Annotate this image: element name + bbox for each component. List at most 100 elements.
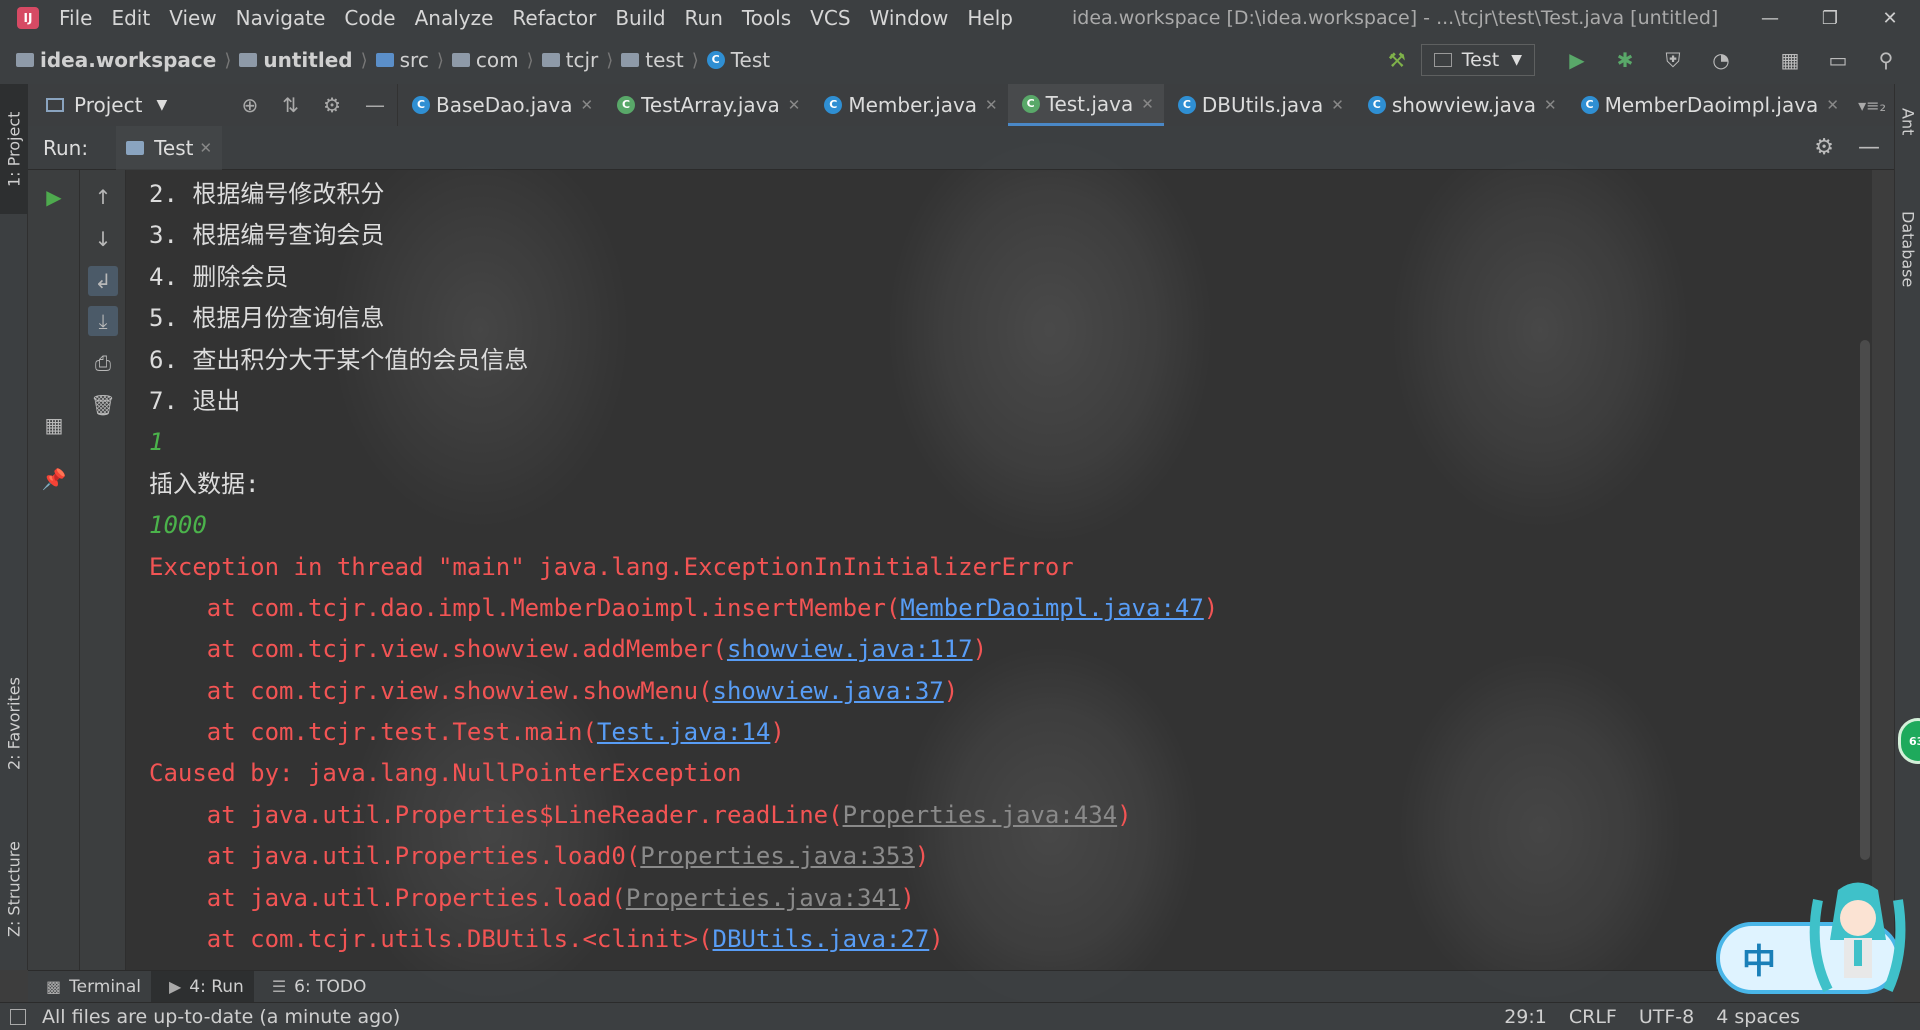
menu-tools[interactable]: Tools bbox=[742, 6, 791, 30]
close-icon[interactable]: ✕ bbox=[1331, 96, 1344, 114]
tab-dbutils[interactable]: C DBUtils.java ✕ bbox=[1164, 84, 1354, 126]
scroll-to-end-icon[interactable]: ⤓ bbox=[88, 306, 118, 336]
chevron-down-icon[interactable]: ▼ bbox=[156, 97, 167, 113]
close-icon[interactable]: ✕ bbox=[581, 96, 594, 114]
tool-window-terminal[interactable]: ▩ Terminal bbox=[28, 971, 151, 1003]
source-link[interactable]: showview.java:117 bbox=[727, 635, 973, 663]
menu-vcs[interactable]: VCS bbox=[810, 6, 850, 30]
breadcrumb-tcjr[interactable]: tcjr bbox=[541, 48, 598, 72]
file-encoding[interactable]: UTF-8 bbox=[1639, 1006, 1694, 1028]
tab-showview[interactable]: C showview.java ✕ bbox=[1354, 84, 1567, 126]
close-window-button[interactable]: ✕ bbox=[1860, 0, 1920, 36]
profile-icon[interactable]: ◔ bbox=[1706, 45, 1736, 75]
close-icon[interactable]: ✕ bbox=[788, 96, 801, 114]
console-scrollbar[interactable] bbox=[1860, 340, 1870, 860]
arrow-up-icon[interactable]: ↑ bbox=[88, 182, 118, 212]
tab-overflow-menu[interactable]: ▾≡₂ bbox=[1858, 96, 1894, 115]
folder-icon bbox=[621, 53, 640, 67]
tool-window-database[interactable]: Database bbox=[1895, 184, 1920, 314]
left-tool-strip: 1: Project 2: Favorites Z: Structure bbox=[0, 84, 28, 970]
source-link[interactable]: MemberDaoimpl.java:47 bbox=[900, 594, 1203, 622]
search-icon[interactable]: ⚲ bbox=[1871, 45, 1901, 75]
console-output[interactable]: 2. 根据编号修改积分 3. 根据编号查询会员 4. 删除会员 5. 根据月份查… bbox=[126, 170, 1872, 970]
library-source-link[interactable]: Properties.java:434 bbox=[843, 801, 1118, 829]
menu-refactor[interactable]: Refactor bbox=[512, 6, 596, 30]
caret-position[interactable]: 29:1 bbox=[1504, 1006, 1547, 1028]
locate-icon[interactable]: ⊕ bbox=[242, 93, 259, 117]
tool-window-todo[interactable]: ☰ 6: TODO bbox=[254, 971, 377, 1003]
project-structure-icon[interactable]: ▦ bbox=[1775, 45, 1805, 75]
minimize-button[interactable]: — bbox=[1740, 0, 1800, 36]
line-separator[interactable]: CRLF bbox=[1569, 1006, 1617, 1028]
tool-window-favorites[interactable]: 2: Favorites bbox=[0, 664, 28, 784]
restore-button[interactable]: ❐ bbox=[1800, 0, 1860, 36]
tab-basedao[interactable]: C BaseDao.java ✕ bbox=[398, 84, 603, 126]
console-lines: 2. 根据编号修改积分 3. 根据编号查询会员 4. 删除会员 5. 根据月份查… bbox=[149, 174, 1218, 960]
project-view-select[interactable]: Project bbox=[74, 93, 142, 117]
rerun-icon[interactable]: ▶ bbox=[39, 182, 69, 212]
menu-help[interactable]: Help bbox=[967, 6, 1013, 30]
close-icon[interactable]: ✕ bbox=[199, 139, 212, 157]
menu-analyze[interactable]: Analyze bbox=[415, 6, 494, 30]
breadcrumb-untitled[interactable]: untitled bbox=[239, 48, 353, 72]
library-source-link[interactable]: Properties.java:353 bbox=[640, 842, 915, 870]
close-icon[interactable]: ✕ bbox=[1826, 96, 1839, 114]
tab-testarray[interactable]: C TestArray.java ✕ bbox=[603, 84, 810, 126]
gear-icon[interactable]: ⚙ bbox=[323, 93, 341, 117]
tool-window-run[interactable]: ▶ 4: Run bbox=[150, 970, 254, 1003]
source-link[interactable]: Test.java:14 bbox=[597, 718, 770, 746]
tool-window-project[interactable]: 1: Project bbox=[0, 84, 28, 214]
breadcrumb-src[interactable]: src bbox=[375, 48, 429, 72]
intellij-logo-icon: IJ bbox=[17, 7, 39, 29]
source-link[interactable]: showview.java:37 bbox=[713, 677, 944, 705]
tab-member[interactable]: C Member.java ✕ bbox=[810, 84, 1007, 126]
build-hammer-icon[interactable]: ⚒ bbox=[1382, 45, 1412, 75]
breadcrumb-class-test[interactable]: C Test bbox=[706, 48, 770, 72]
chevron-right-icon: ⟩ bbox=[526, 49, 534, 71]
tool-window-structure[interactable]: Z: Structure bbox=[0, 824, 28, 954]
run-icon[interactable]: ▶ bbox=[1562, 45, 1592, 75]
close-icon[interactable]: ✕ bbox=[1544, 96, 1557, 114]
breadcrumb-workspace[interactable]: idea.workspace bbox=[16, 48, 216, 72]
menu-run[interactable]: Run bbox=[685, 6, 723, 30]
soft-wrap-icon[interactable]: ↲ bbox=[88, 266, 118, 296]
close-icon[interactable]: ✕ bbox=[985, 96, 998, 114]
hide-icon[interactable]: — bbox=[365, 93, 385, 117]
tab-test[interactable]: C Test.java ✕ bbox=[1007, 84, 1164, 126]
menu-file[interactable]: File bbox=[59, 6, 92, 30]
run-toolbar-secondary: ↑ ↓ ↲ ⤓ ⎙ 🗑 bbox=[80, 170, 126, 970]
collapse-all-icon[interactable]: ⇅ bbox=[282, 93, 299, 117]
close-icon[interactable]: ✕ bbox=[1141, 95, 1154, 113]
source-link[interactable]: DBUtils.java:27 bbox=[713, 925, 930, 953]
stacktrace-suffix: ) bbox=[929, 925, 944, 954]
tab-memberdaoimpl[interactable]: C MemberDaoimpl.java ✕ bbox=[1567, 84, 1849, 126]
breadcrumb-com[interactable]: com bbox=[451, 48, 519, 72]
indent-setting[interactable]: 4 spaces bbox=[1716, 1006, 1800, 1028]
library-source-link[interactable]: Properties.java:341 bbox=[626, 884, 901, 912]
java-class-icon: C bbox=[1177, 96, 1196, 114]
menu-navigate[interactable]: Navigate bbox=[236, 6, 326, 30]
menu-code[interactable]: Code bbox=[344, 6, 395, 30]
run-tab-test[interactable]: Test ✕ bbox=[116, 125, 223, 170]
trash-icon[interactable]: 🗑 bbox=[88, 390, 118, 420]
layout-icon[interactable]: ▭ bbox=[1823, 45, 1853, 75]
breadcrumb-test[interactable]: test bbox=[621, 48, 684, 72]
hide-panel-icon[interactable]: — bbox=[1858, 135, 1880, 160]
layout-icon[interactable]: ▦ bbox=[39, 410, 69, 440]
print-icon[interactable]: ⎙ bbox=[88, 348, 118, 378]
right-tool-strip: Ant Database bbox=[1894, 84, 1920, 970]
pin-icon[interactable]: 📌 bbox=[39, 464, 69, 494]
status-message[interactable]: All files are up-to-date (a minute ago) bbox=[42, 1006, 400, 1028]
arrow-down-icon[interactable]: ↓ bbox=[88, 224, 118, 254]
tool-window-ant[interactable]: Ant bbox=[1895, 92, 1920, 152]
menu-build[interactable]: Build bbox=[615, 6, 665, 30]
coverage-icon[interactable]: ⛨ bbox=[1658, 45, 1688, 75]
menu-edit[interactable]: Edit bbox=[111, 6, 150, 30]
run-config-select[interactable]: Test ▼ bbox=[1420, 44, 1535, 76]
debug-icon[interactable]: ✱ bbox=[1610, 45, 1640, 75]
gear-icon[interactable]: ⚙ bbox=[1814, 135, 1834, 160]
menu-view[interactable]: View bbox=[169, 6, 216, 30]
ime-widget[interactable]: 中 bbox=[1716, 880, 1920, 1002]
menu-window[interactable]: Window bbox=[870, 6, 949, 30]
toggle-tool-windows-icon[interactable] bbox=[10, 1008, 26, 1025]
